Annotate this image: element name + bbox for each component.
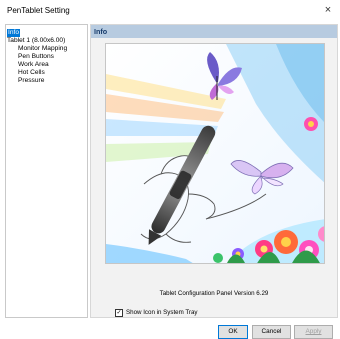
pen-illustration: [105, 43, 325, 264]
window-title: PenTablet Setting: [7, 6, 70, 15]
ok-button[interactable]: OK: [218, 325, 248, 339]
tree-item-hot-cells[interactable]: Hot Cells: [18, 69, 45, 77]
apply-button[interactable]: Apply: [294, 325, 333, 339]
show-icon-tray-option[interactable]: ✓ Show Icon in System Tray: [115, 308, 255, 318]
tree-item-monitor-mapping[interactable]: Monitor Mapping: [18, 45, 67, 53]
version-text: Tablet Configuration Panel Version 6.29: [159, 290, 269, 297]
settings-tree: Info Tablet 1 (8.00x6.00) Monitor Mappin…: [5, 24, 88, 318]
tree-item-pen-buttons[interactable]: Pen Buttons: [18, 53, 54, 61]
cancel-button[interactable]: Cancel: [252, 325, 291, 339]
pen-artwork-image: [106, 44, 324, 263]
title-bar: PenTablet Setting ×: [0, 0, 340, 22]
info-panel: Info Tablet Configuration Panel Version …: [90, 24, 338, 318]
tree-item-pressure[interactable]: Pressure: [18, 77, 44, 85]
show-icon-label: Show Icon in System Tray: [126, 309, 198, 316]
panel-title: Info: [94, 27, 108, 36]
tree-item-info[interactable]: Info: [7, 29, 20, 37]
tree-item-tablet[interactable]: Tablet 1 (8.00x6.00): [7, 37, 65, 45]
tree-item-work-area[interactable]: Work Area: [18, 61, 49, 69]
show-icon-checkbox[interactable]: ✓: [115, 309, 123, 317]
close-icon[interactable]: ×: [321, 3, 335, 17]
panel-header: Info: [91, 25, 337, 38]
